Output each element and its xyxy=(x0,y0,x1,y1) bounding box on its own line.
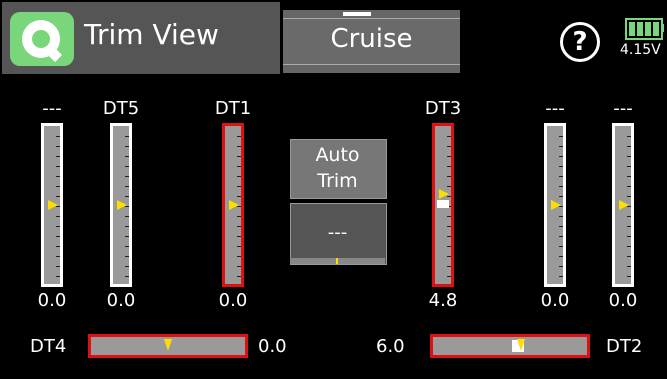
vtrim-track[interactable] xyxy=(110,123,132,287)
vtrim-value: 0.0 xyxy=(37,290,67,311)
page-title: Trim View xyxy=(84,18,219,51)
trim-marker[interactable] xyxy=(551,200,561,210)
htrim-value-dt2: 6.0 xyxy=(376,336,405,357)
battery-voltage: 4.15V xyxy=(620,42,661,58)
vtrim-label: DT5 xyxy=(102,98,140,119)
vtrim-track[interactable] xyxy=(544,123,566,287)
auto-trim-label: Auto Trim xyxy=(290,142,385,194)
vtrim-value: 4.8 xyxy=(428,290,458,311)
vtrim-value: 0.0 xyxy=(608,290,638,311)
trim-marker[interactable] xyxy=(48,200,58,210)
vtrim-track[interactable] xyxy=(222,123,244,287)
vtrim-value: 0.0 xyxy=(106,290,136,311)
htrim-track-dt4[interactable] xyxy=(88,334,248,358)
vtrim-track[interactable] xyxy=(432,123,454,287)
htrim-label-dt2: DT2 xyxy=(606,336,643,357)
vtrim-track[interactable] xyxy=(41,123,63,287)
help-icon[interactable]: ? xyxy=(560,22,600,62)
auto-trim-label-line2: Trim xyxy=(317,170,358,192)
htrim-value-dt4: 0.0 xyxy=(258,336,287,357)
vtrim-track[interactable] xyxy=(612,123,634,287)
auto-trim-label-line1: Auto xyxy=(315,144,360,166)
battery-icon xyxy=(625,18,663,40)
vtrim-label: DT3 xyxy=(424,98,462,119)
app-logo-icon[interactable] xyxy=(10,12,74,66)
vtrim-value: 0.0 xyxy=(540,290,570,311)
mode-indicator-bar-bottom xyxy=(283,64,460,73)
trim-marker[interactable] xyxy=(117,200,127,210)
vtrim-label: DT1 xyxy=(214,98,252,119)
vtrim-label: --- xyxy=(42,98,62,119)
vtrim-value: 0.0 xyxy=(218,290,248,311)
vtrim-label: --- xyxy=(545,98,565,119)
trim-center-indicator xyxy=(437,200,449,208)
trim-marker[interactable] xyxy=(619,200,629,210)
htrim-marker[interactable] xyxy=(164,339,172,351)
flight-mode-label: Cruise xyxy=(330,24,413,54)
htrim-label-dt4: DT4 xyxy=(30,336,67,357)
mode-indicator-bar xyxy=(283,10,460,19)
htrim-marker[interactable] xyxy=(516,339,525,351)
trim-marker[interactable] xyxy=(229,200,239,210)
trim-marker[interactable] xyxy=(439,188,449,199)
auto-trim-strip-marker xyxy=(336,258,338,264)
battery-tip xyxy=(661,24,664,32)
auto-trim-value: --- xyxy=(327,222,348,243)
vtrim-label: --- xyxy=(613,98,633,119)
htrim-track-dt2[interactable] xyxy=(430,334,590,358)
